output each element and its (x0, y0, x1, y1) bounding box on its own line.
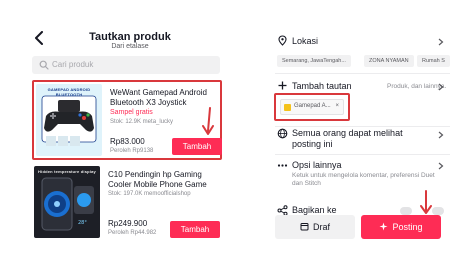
product-title: WeWant Gamepad Android Bluetooth X3 Joys… (110, 88, 207, 107)
product-title: C10 Pendingin hp Gaming Cooler Mobile Ph… (108, 170, 207, 189)
chevron-right-icon (438, 131, 444, 139)
action-bar: Draf Posting (275, 215, 465, 239)
post-settings-panel: Lokasi Semarang, JawaTengah... ZONA NYAM… (265, 0, 474, 266)
product-price: Rp83.000 (110, 137, 145, 146)
divider (275, 154, 450, 155)
product-commission: Peroleh Rp9138 (110, 148, 154, 154)
more-options-hint: Ketuk untuk mengelola komentar, preferen… (292, 172, 435, 187)
chevron-right-icon (438, 38, 444, 46)
page-title: Tautkan produk (89, 31, 171, 43)
phone-cooler-icon: 28° (41, 177, 94, 231)
post-label: Posting (392, 222, 423, 232)
divider (275, 126, 450, 127)
search-icon (39, 60, 49, 70)
product-tag-icon (284, 104, 291, 111)
draft-button[interactable]: Draf (275, 215, 355, 239)
product-image: Hidden temperature display 28° (34, 166, 100, 238)
search-placeholder: Cari produk (52, 60, 94, 69)
annotation-arrow-down-icon (420, 190, 432, 214)
globe-icon (277, 128, 288, 139)
back-arrow-icon[interactable] (33, 31, 45, 45)
product-stock-seller: Stok: 12.9K meta_lucky (110, 119, 174, 125)
location-pin-icon (278, 35, 287, 46)
product-stock-seller: Stok: 197.0K memoofficialshop (108, 191, 191, 197)
more-dots-icon (277, 164, 288, 167)
draft-label: Draf (312, 222, 330, 232)
post-button[interactable]: Posting (361, 215, 441, 239)
product-image-caption: GAMEPAD ANDROID BLUETOOTH (47, 87, 91, 97)
location-suggestion-pill[interactable]: Rumah S (417, 55, 450, 67)
share-target-toggle[interactable] (400, 207, 412, 215)
location-suggestion-pill[interactable]: Semarang, JawaTengah... (277, 55, 351, 67)
svg-text:28°: 28° (78, 220, 87, 226)
product-card-gamepad[interactable]: GAMEPAD ANDROID BLUETOOTH WeWant Gamepad… (32, 80, 222, 160)
visibility-label: Semua orang dapat melihat posting ini (292, 128, 403, 149)
annotation-arrow-down-icon (202, 107, 214, 135)
linked-product-name: Gamepad A... (294, 103, 331, 109)
product-image: GAMEPAD ANDROID BLUETOOTH (36, 84, 102, 156)
share-label: Bagikan ke (292, 205, 337, 215)
product-link-panel: Tautkan produk Dari etalase Cari produk … (0, 0, 240, 266)
product-card-cooler[interactable]: Hidden temperature display 28° C10 Pendi… (32, 164, 222, 244)
link-plus-icon (278, 81, 287, 90)
linked-product-chip[interactable]: Gamepad A... × (280, 99, 344, 115)
more-options-label: Opsi lainnya (292, 160, 342, 170)
product-image-caption: Hidden temperature display (38, 169, 96, 174)
draft-icon (300, 223, 309, 231)
share-target-toggle[interactable] (432, 207, 444, 215)
page-subtitle: Dari etalase (111, 43, 149, 50)
add-product-button[interactable]: Tambah (170, 221, 220, 238)
divider (275, 73, 450, 74)
location-label: Lokasi (292, 36, 319, 46)
product-commission: Peroleh Rp44.982 (108, 230, 157, 236)
search-input[interactable]: Cari produk (32, 56, 220, 74)
chevron-right-icon (438, 83, 444, 91)
chevron-right-icon (438, 162, 444, 170)
free-sample-badge: Sampel gratis (110, 109, 153, 116)
close-icon[interactable]: × (335, 103, 339, 109)
add-product-button[interactable]: Tambah (172, 138, 222, 155)
sparkle-post-icon (379, 222, 388, 231)
add-link-label: Tambah tautan (292, 81, 352, 91)
linked-product-highlight: Gamepad A... × (274, 93, 350, 121)
location-suggestion-pill[interactable]: ZONA NYAMAN (364, 55, 414, 67)
product-price: Rp249.900 (108, 219, 148, 228)
